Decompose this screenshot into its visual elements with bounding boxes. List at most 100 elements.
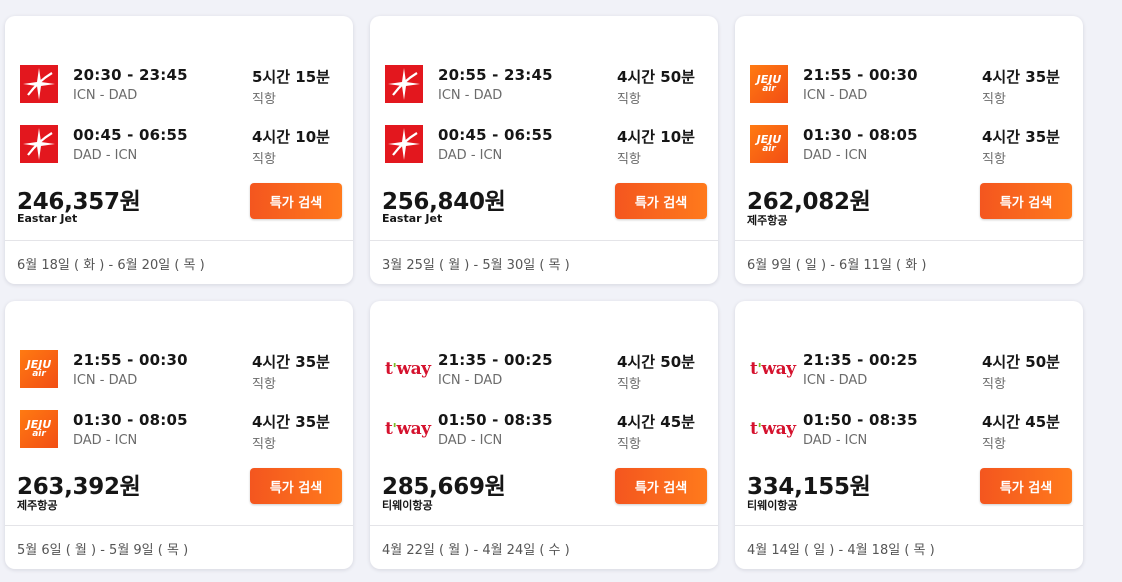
flight-route: ICN - DAD [73,373,138,388]
divider [370,525,718,526]
flight-route: DAD - ICN [438,148,503,163]
flight-card[interactable]: JEJU air 21:55 - 00:30 ICN - DAD 4시간 35분… [5,301,353,569]
jeju-logo-subtext: air [762,144,776,154]
deal-search-button[interactable]: 특가 검색 [615,468,707,504]
travel-dates: 6월 18일 ( 화 ) - 6월 20일 ( 목 ) [17,258,205,273]
airline-name: 티웨이항공 [747,499,798,512]
tway-logo-t: t [750,419,758,439]
outbound-leg: JEJU air 21:55 - 00:30 ICN - DAD 4시간 35분… [18,349,341,393]
tway-logo-t: t [750,359,758,379]
flight-duration: 4시간 50분 [617,353,695,371]
flight-duration: 4시간 10분 [252,128,330,146]
price: 246,357원 [17,189,141,215]
tway-logo-icon: t ' way [385,410,433,448]
divider [370,240,718,241]
tway-logo-icon: t ' way [750,410,798,448]
jeju-air-logo-icon: JEJU air [750,125,788,163]
flight-stops: 직항 [982,377,1006,392]
outbound-leg: JEJU air 21:55 - 00:30 ICN - DAD 4시간 35분… [748,64,1071,108]
tway-logo-t: t [385,359,393,379]
flight-stops: 직항 [617,377,641,392]
divider [5,525,353,526]
flight-duration: 4시간 50분 [982,353,1060,371]
jeju-air-logo-icon: JEJU air [20,350,58,388]
price: 334,155원 [747,474,871,500]
flight-route: DAD - ICN [73,433,138,448]
flight-stops: 직항 [617,437,641,452]
flight-route: DAD - ICN [803,148,868,163]
deal-search-button[interactable]: 특가 검색 [615,183,707,219]
return-leg: JEJU air 01:30 - 08:05 DAD - ICN 4시간 35분… [748,124,1071,168]
outbound-leg: 20:55 - 23:45 ICN - DAD 4시간 50분 직항 [383,64,706,108]
tway-logo-way: way [396,419,431,439]
return-leg: 00:45 - 06:55 DAD - ICN 4시간 10분 직항 [383,124,706,168]
flight-duration: 4시간 35분 [982,128,1060,146]
flight-times: 01:30 - 08:05 [73,411,188,429]
flight-times: 00:45 - 06:55 [73,126,188,144]
flight-route: ICN - DAD [803,88,868,103]
jeju-air-logo-icon: JEJU air [750,65,788,103]
flight-route: ICN - DAD [438,88,503,103]
flight-route: DAD - ICN [803,433,868,448]
outbound-leg: 20:30 - 23:45 ICN - DAD 5시간 15분 직항 [18,64,341,108]
airline-name: Eastar Jet [382,212,443,225]
tway-logo-icon: t ' way [385,350,433,388]
flight-times: 01:50 - 08:35 [803,411,918,429]
flight-duration: 4시간 50분 [617,68,695,86]
tway-logo-way: way [396,359,431,379]
price: 263,392원 [17,474,141,500]
outbound-leg: t ' way 21:35 - 00:25 ICN - DAD 4시간 50분 직항 [748,349,1071,393]
flight-card[interactable]: 20:55 - 23:45 ICN - DAD 4시간 50분 직항 00:45… [370,16,718,284]
flight-duration: 4시간 45분 [617,413,695,431]
flight-card[interactable]: JEJU air 21:55 - 00:30 ICN - DAD 4시간 35분… [735,16,1083,284]
eastar-logo-icon [20,125,58,163]
return-leg: t ' way 01:50 - 08:35 DAD - ICN 4시간 45분 직항 [383,409,706,453]
flight-times: 01:50 - 08:35 [438,411,553,429]
flight-route: ICN - DAD [803,373,868,388]
jeju-logo-subtext: air [32,429,46,439]
airline-name: Eastar Jet [17,212,78,225]
jeju-air-logo-icon: JEJU air [20,410,58,448]
flight-duration: 4시간 10분 [617,128,695,146]
flight-card[interactable]: 20:30 - 23:45 ICN - DAD 5시간 15분 직항 00:45… [5,16,353,284]
flight-card[interactable]: t ' way 21:35 - 00:25 ICN - DAD 4시간 50분 직항… [370,301,718,569]
flight-stops: 직항 [252,92,276,107]
flight-times: 21:35 - 00:25 [438,351,553,369]
flight-stops: 직항 [982,437,1006,452]
flight-stops: 직항 [617,92,641,107]
flight-stops: 직항 [252,377,276,392]
flight-route: ICN - DAD [73,88,138,103]
return-leg: 00:45 - 06:55 DAD - ICN 4시간 10분 직항 [18,124,341,168]
travel-dates: 4월 22일 ( 월 ) - 4월 24일 ( 수 ) [382,543,570,558]
travel-dates: 3월 25일 ( 월 ) - 5월 30일 ( 목 ) [382,258,570,273]
flight-card[interactable]: t ' way 21:35 - 00:25 ICN - DAD 4시간 50분 직항… [735,301,1083,569]
flight-times: 21:55 - 00:30 [73,351,188,369]
travel-dates: 4월 14일 ( 일 ) - 4월 18일 ( 목 ) [747,543,935,558]
tway-logo-way: way [761,359,796,379]
divider [735,240,1083,241]
deal-search-button[interactable]: 특가 검색 [980,183,1072,219]
return-leg: JEJU air 01:30 - 08:05 DAD - ICN 4시간 35분… [18,409,341,453]
airline-name: 제주항공 [747,214,788,227]
travel-dates: 6월 9일 ( 일 ) - 6월 11일 ( 화 ) [747,258,927,273]
price: 262,082원 [747,189,871,215]
deal-search-button[interactable]: 특가 검색 [250,468,342,504]
flight-times: 00:45 - 06:55 [438,126,553,144]
price: 285,669원 [382,474,506,500]
flight-times: 01:30 - 08:05 [803,126,918,144]
eastar-logo-icon [20,65,58,103]
outbound-leg: t ' way 21:35 - 00:25 ICN - DAD 4시간 50분 직항 [383,349,706,393]
flight-times: 21:35 - 00:25 [803,351,918,369]
flight-route: DAD - ICN [73,148,138,163]
jeju-logo-subtext: air [762,84,776,94]
flight-duration: 4시간 35분 [252,413,330,431]
airline-name: 티웨이항공 [382,499,433,512]
flight-duration: 4시간 35분 [982,68,1060,86]
deal-search-button[interactable]: 특가 검색 [250,183,342,219]
flight-duration: 4시간 45분 [982,413,1060,431]
flight-route: ICN - DAD [438,373,503,388]
price: 256,840원 [382,189,506,215]
tway-logo-icon: t ' way [750,350,798,388]
flight-duration: 5시간 15분 [252,68,330,86]
deal-search-button[interactable]: 특가 검색 [980,468,1072,504]
